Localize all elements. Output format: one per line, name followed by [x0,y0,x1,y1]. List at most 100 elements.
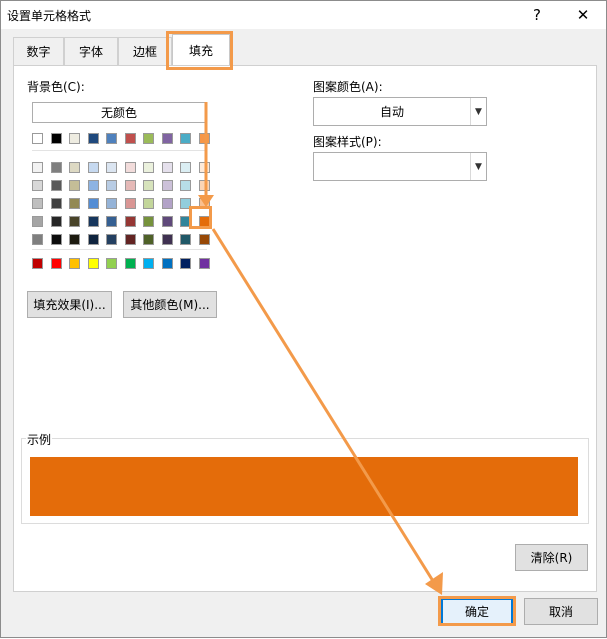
color-swatch[interactable] [161,234,173,245]
tab-highlight-annotation [166,31,233,70]
close-icon: ✕ [576,6,590,24]
color-swatch[interactable] [32,198,43,209]
pattern-color-label: 图案颜色(A): [313,80,383,94]
tab-label: 字体 [78,45,103,59]
color-swatch[interactable] [161,258,173,269]
color-swatch[interactable] [180,258,191,269]
color-swatch[interactable] [143,198,154,209]
color-swatch[interactable] [50,216,62,227]
color-swatch[interactable] [87,198,99,209]
color-swatch[interactable] [161,216,173,227]
tab-border[interactable]: 边框 [118,37,172,65]
color-swatch[interactable] [198,234,210,245]
tab-label: 数字 [26,45,51,59]
color-swatch[interactable] [50,234,62,245]
ok-highlight-annotation [438,596,516,626]
color-swatch[interactable] [32,133,43,144]
color-swatch[interactable] [50,180,62,191]
color-swatch[interactable] [106,198,117,209]
background-color-label: 背景色(C): [27,80,85,94]
color-swatch[interactable] [180,133,191,144]
color-swatch[interactable] [50,162,62,173]
color-swatch[interactable] [180,180,191,191]
pattern-color-value: 自动 [379,105,404,119]
more-colors-button[interactable]: 其他颜色(M)... [123,291,217,318]
no-color-button[interactable]: 无颜色 [32,102,206,123]
color-swatch[interactable] [124,133,136,144]
color-swatch[interactable] [180,234,191,245]
color-swatch[interactable] [106,216,117,227]
color-swatch[interactable] [161,180,173,191]
tab-font[interactable]: 字体 [64,37,118,65]
pattern-style-value [314,153,470,180]
color-swatch[interactable] [87,180,99,191]
palette-divider [32,249,207,250]
pattern-style-dropdown[interactable]: ▼ [313,152,487,181]
color-swatch[interactable] [32,180,43,191]
palette-divider [32,150,207,151]
cancel-button[interactable]: 取消 [524,598,598,625]
color-swatch[interactable] [124,258,136,269]
color-swatch[interactable] [143,216,154,227]
help-button[interactable]: ? [514,1,560,29]
color-swatch[interactable] [198,258,210,269]
color-swatch[interactable] [124,234,136,245]
color-swatch[interactable] [32,216,43,227]
color-swatch[interactable] [106,234,117,245]
title-bar: 设置单元格格式 ? ✕ [1,1,606,29]
color-swatch[interactable] [106,133,117,144]
sample-label: 示例 [26,431,53,448]
color-swatch[interactable] [69,198,80,209]
color-swatch[interactable] [32,258,43,269]
color-swatch[interactable] [198,133,210,144]
swatch-highlight-annotation [189,206,212,229]
color-swatch[interactable] [87,258,99,269]
color-swatch[interactable] [161,198,173,209]
help-icon: ? [533,6,541,24]
color-swatch[interactable] [143,258,154,269]
dialog-title: 设置单元格格式 [7,9,92,23]
clear-button[interactable]: 清除(R) [515,544,588,571]
color-swatch[interactable] [143,162,154,173]
format-cells-dialog: 设置单元格格式 ? ✕ 数字 字体 边框 填充 背景色(C): 无颜色 填充效果… [0,0,607,638]
color-swatch[interactable] [50,258,62,269]
color-swatch[interactable] [69,258,80,269]
color-swatch[interactable] [198,162,210,173]
color-swatch[interactable] [143,234,154,245]
chevron-down-icon: ▼ [470,98,486,125]
sample-preview [30,457,578,516]
color-swatch[interactable] [124,198,136,209]
color-swatch[interactable] [69,216,80,227]
color-swatch[interactable] [87,133,99,144]
tab-label: 边框 [132,45,157,59]
color-swatch[interactable] [50,198,62,209]
color-swatch[interactable] [32,234,43,245]
tab-number[interactable]: 数字 [13,37,64,65]
pattern-color-dropdown[interactable]: 自动 ▼ [313,97,487,126]
color-swatch[interactable] [69,180,80,191]
color-swatch[interactable] [106,162,117,173]
color-swatch[interactable] [180,162,191,173]
color-swatch[interactable] [124,162,136,173]
color-swatch[interactable] [69,133,80,144]
color-swatch[interactable] [50,133,62,144]
color-swatch[interactable] [69,234,80,245]
color-swatch[interactable] [87,162,99,173]
color-swatch[interactable] [198,180,210,191]
close-button[interactable]: ✕ [560,1,606,29]
color-swatch[interactable] [106,258,117,269]
color-swatch[interactable] [161,133,173,144]
color-swatch[interactable] [32,162,43,173]
pattern-style-label: 图案样式(P): [313,135,382,149]
color-swatch[interactable] [124,216,136,227]
color-swatch[interactable] [87,216,99,227]
color-swatch[interactable] [87,234,99,245]
color-swatch[interactable] [106,180,117,191]
color-swatch[interactable] [124,180,136,191]
color-swatch[interactable] [143,133,154,144]
fill-effects-button[interactable]: 填充效果(I)... [27,291,112,318]
chevron-down-icon: ▼ [470,153,486,180]
color-swatch[interactable] [161,162,173,173]
color-swatch[interactable] [69,162,80,173]
color-swatch[interactable] [143,180,154,191]
